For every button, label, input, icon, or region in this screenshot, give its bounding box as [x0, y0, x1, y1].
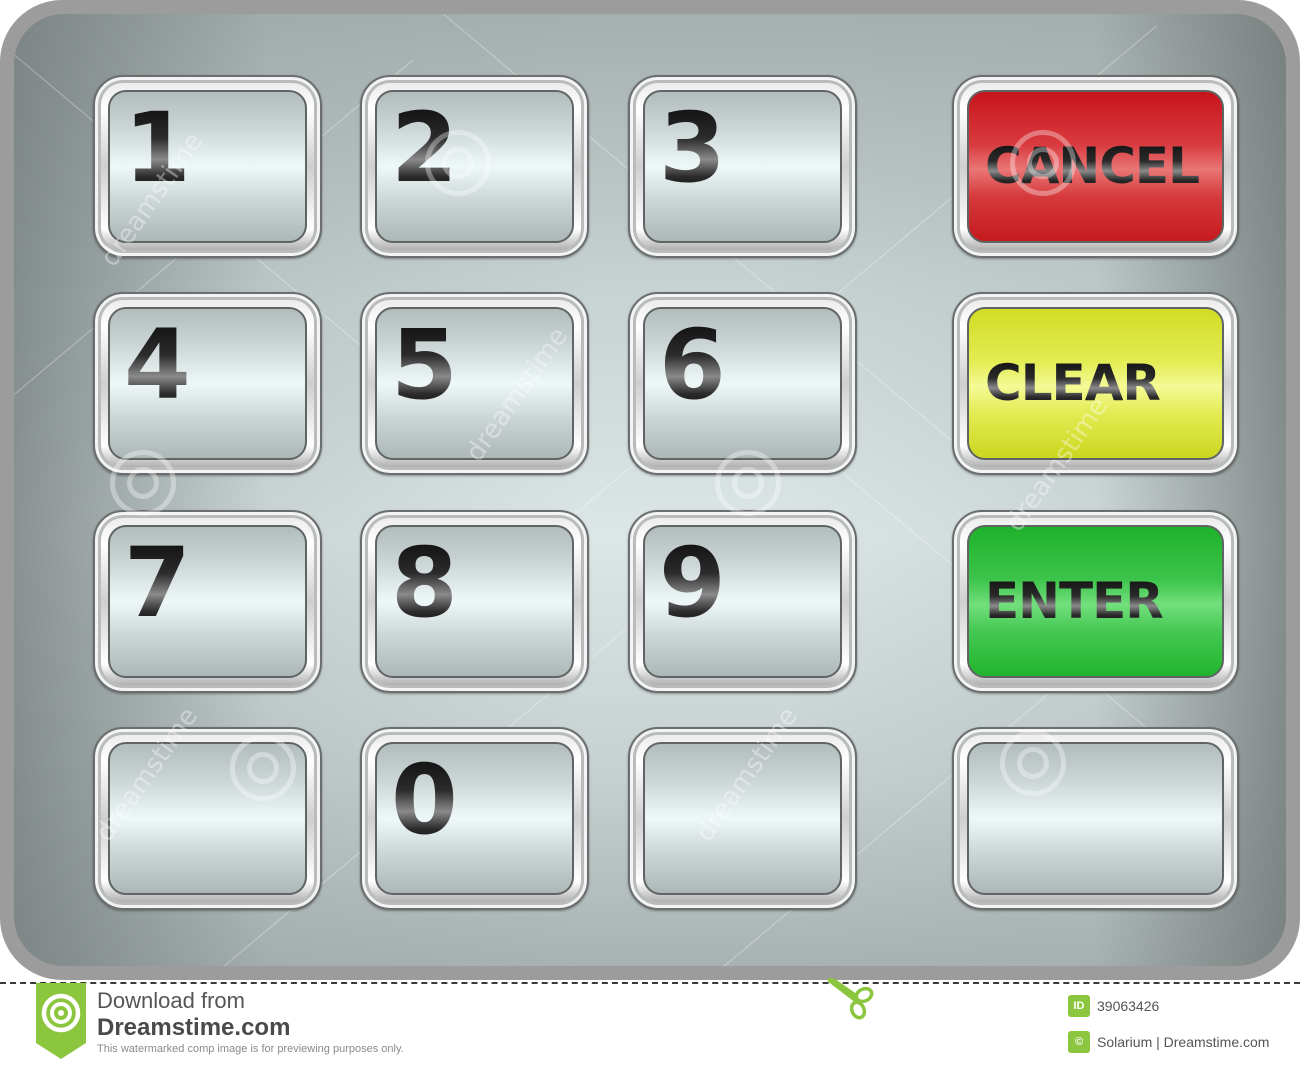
- copyright-icon: ©: [1068, 1031, 1090, 1053]
- key-3[interactable]: 3: [628, 75, 857, 258]
- dreamstime-logo-icon: [36, 983, 86, 1059]
- watermark-swirl-icon: [1000, 730, 1066, 796]
- cancel-button[interactable]: CANCEL: [952, 75, 1239, 258]
- cut-line: [0, 982, 1300, 984]
- key-face: 8: [375, 525, 574, 678]
- clear-button[interactable]: CLEAR: [952, 292, 1239, 475]
- watermark-swirl-icon: [110, 450, 176, 516]
- download-from-text: Download from: [97, 988, 245, 1013]
- key-8[interactable]: 8: [360, 510, 589, 693]
- enter-button[interactable]: ENTER: [952, 510, 1239, 693]
- credit-text[interactable]: Solarium | Dreamstime.com: [1097, 1034, 1269, 1050]
- key-7[interactable]: 7: [93, 510, 322, 693]
- key-face: CANCEL: [967, 90, 1224, 243]
- key-face: 4: [108, 307, 307, 460]
- key-digit-label: 0: [391, 744, 458, 856]
- key-digit-label: 3: [659, 92, 726, 204]
- key-face: 0: [375, 742, 574, 895]
- function-key-label: CLEAR: [985, 353, 1161, 412]
- key-digit-label: 4: [124, 309, 191, 421]
- key-4[interactable]: 4: [93, 292, 322, 475]
- dreamstime-brand-link[interactable]: Dreamstime.com: [97, 1014, 290, 1042]
- preview-note: This watermarked comp image is for previ…: [97, 1043, 404, 1055]
- watermark-swirl-icon: [715, 450, 781, 516]
- key-face: 9: [643, 525, 842, 678]
- watermark-swirl-icon: [425, 130, 491, 196]
- key-digit-label: 5: [391, 309, 458, 421]
- key-face: 7: [108, 525, 307, 678]
- function-key-label: ENTER: [985, 571, 1164, 630]
- watermark-swirl-icon: [230, 735, 296, 801]
- key-face: ENTER: [967, 525, 1224, 678]
- key-face: 3: [643, 90, 842, 243]
- key-digit-label: 8: [391, 527, 458, 639]
- key-9[interactable]: 9: [628, 510, 857, 693]
- watermark-swirl-icon: [1010, 130, 1076, 196]
- key-face: 6: [643, 307, 842, 460]
- key-6[interactable]: 6: [628, 292, 857, 475]
- scissors-icon: [827, 978, 874, 1020]
- key-face: CLEAR: [967, 307, 1224, 460]
- blank-function-button[interactable]: [952, 727, 1239, 910]
- image-id: 39063426: [1097, 998, 1160, 1014]
- key-digit-label: 7: [124, 527, 191, 639]
- key-digit-label: 6: [659, 309, 726, 421]
- key-digit-label: 9: [659, 527, 726, 639]
- id-badge-icon: ID: [1068, 995, 1090, 1017]
- key-0[interactable]: 0: [360, 727, 589, 910]
